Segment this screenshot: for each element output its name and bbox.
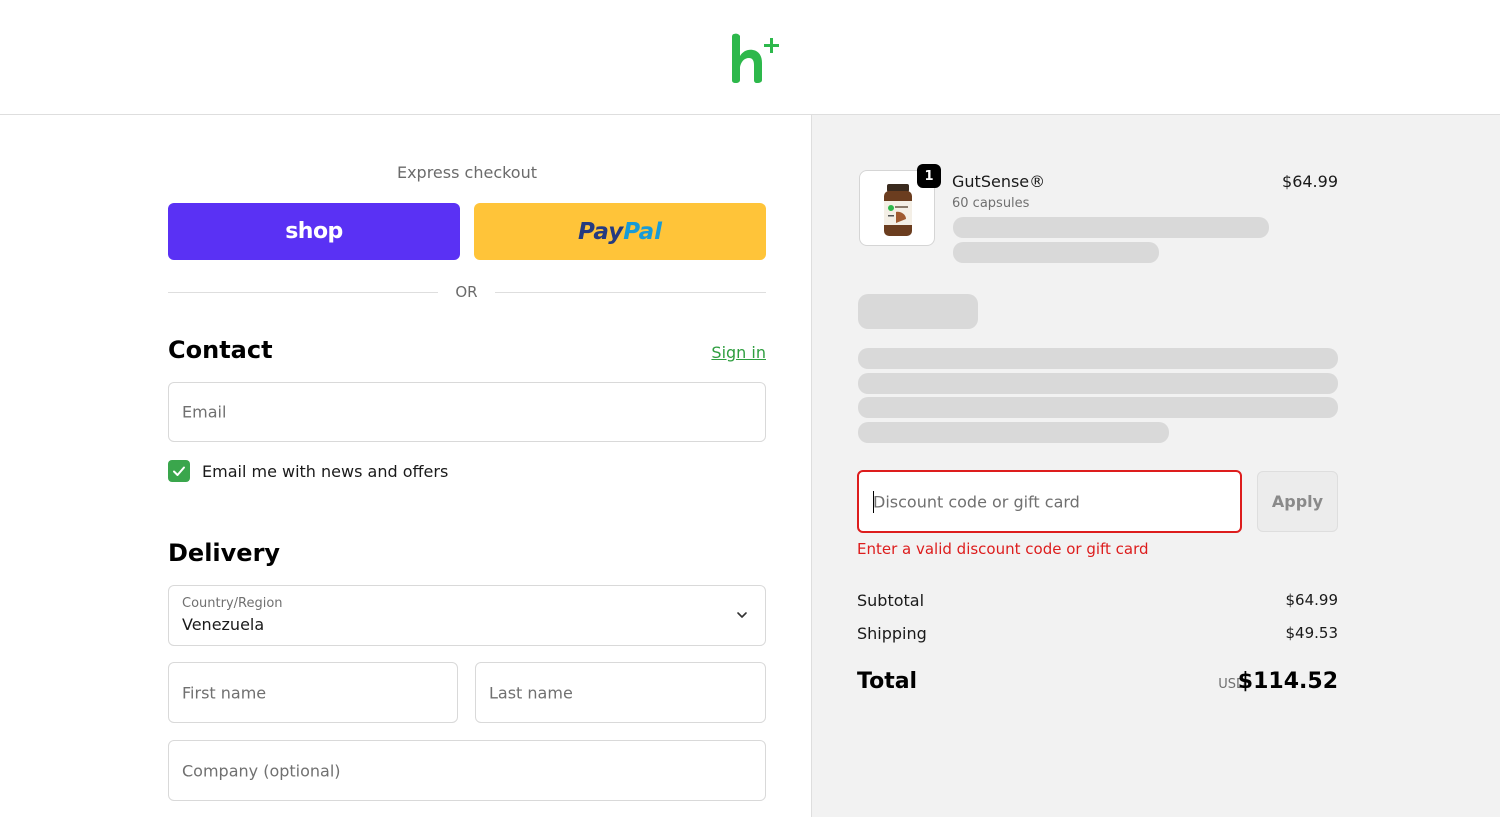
subtotal-label: Subtotal	[857, 591, 925, 610]
total-row: Total USD $114.52	[857, 667, 1338, 699]
email-field[interactable]: Email	[168, 382, 766, 442]
first-name-placeholder: First name	[182, 683, 267, 702]
discount-code-input[interactable]: Discount code or gift card	[857, 470, 1242, 533]
loading-placeholder	[953, 242, 1159, 263]
company-placeholder: Company (optional)	[182, 761, 341, 780]
chevron-down-icon	[737, 612, 747, 618]
loading-placeholder	[858, 348, 1338, 369]
first-name-field[interactable]: First name	[168, 662, 458, 723]
sign-in-link[interactable]: Sign in	[711, 343, 766, 362]
delivery-heading: Delivery	[168, 539, 281, 567]
shop-pay-logo: shop	[285, 219, 343, 244]
loading-placeholder	[953, 217, 1269, 238]
country-label: Country/Region	[182, 596, 283, 611]
express-checkout-title: Express checkout	[396, 163, 538, 182]
shipping-label: Shipping	[857, 624, 927, 643]
product-price: $64.99	[1282, 172, 1338, 191]
loading-placeholder	[858, 422, 1169, 443]
apply-discount-button[interactable]: Apply	[1257, 471, 1338, 532]
country-select[interactable]: Country/Region Venezuela	[168, 585, 766, 646]
product-variant: 60 capsules	[952, 196, 1030, 211]
newsletter-checkbox[interactable]	[168, 460, 190, 482]
header	[0, 0, 1500, 115]
country-value: Venezuela	[182, 615, 265, 634]
shop-pay-button[interactable]: shop	[168, 203, 460, 260]
company-field[interactable]: Company (optional)	[168, 740, 766, 801]
total-value: $114.52	[1237, 669, 1338, 694]
shipping-row: Shipping $49.53	[857, 624, 1338, 643]
contact-heading: Contact	[168, 336, 273, 364]
paypal-logo: PayPal	[578, 218, 662, 245]
email-placeholder: Email	[182, 402, 227, 422]
or-divider: OR	[168, 283, 766, 303]
or-label: OR	[455, 283, 478, 301]
last-name-field[interactable]: Last name	[475, 662, 766, 723]
total-label: Total	[857, 669, 918, 694]
newsletter-option[interactable]: Email me with news and offers	[168, 460, 448, 482]
loading-placeholder	[858, 373, 1338, 394]
loading-placeholder	[858, 397, 1338, 418]
discount-error-message: Enter a valid discount code or gift card	[857, 540, 1149, 558]
loading-placeholder	[858, 294, 978, 329]
text-cursor	[873, 491, 874, 513]
newsletter-label: Email me with news and offers	[202, 461, 449, 481]
order-summary: 1 GutSense® 60 capsules $64.99 Discount …	[811, 115, 1500, 817]
paypal-button[interactable]: PayPal	[474, 203, 766, 260]
product-name: GutSense®	[952, 172, 1046, 191]
shipping-value: $49.53	[1285, 624, 1339, 642]
checkmark-icon	[173, 466, 185, 476]
last-name-placeholder: Last name	[489, 683, 573, 702]
quantity-badge: 1	[917, 164, 941, 188]
h-plus-logo-icon[interactable]	[728, 30, 784, 86]
discount-placeholder: Discount code or gift card	[873, 492, 1080, 511]
subtotal-value: $64.99	[1285, 591, 1339, 609]
subtotal-row: Subtotal $64.99	[857, 591, 1338, 610]
